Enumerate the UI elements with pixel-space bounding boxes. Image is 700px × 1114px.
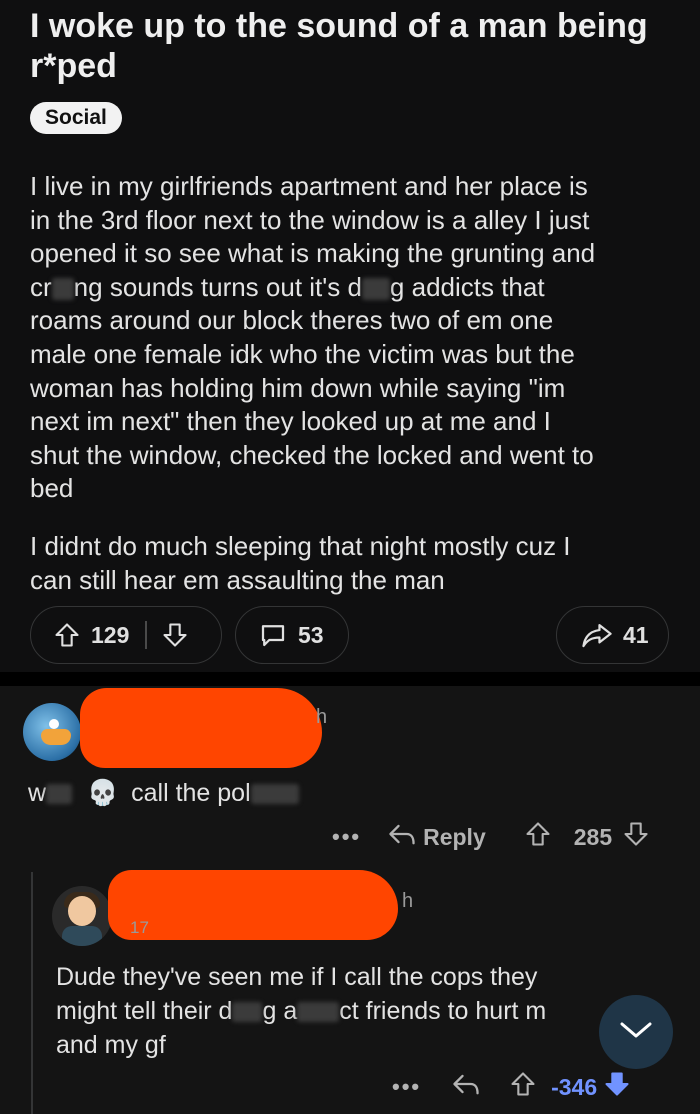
comment-text: w: [28, 779, 47, 807]
vote-bar: 129: [30, 606, 222, 664]
avatar-shirt: [62, 926, 102, 946]
body-line: next im next" then they looked up at me …: [30, 406, 551, 437]
username-redaction: [80, 688, 322, 768]
censor-blur: [250, 784, 299, 805]
skull-emoji: 💀: [87, 779, 119, 807]
comments-button[interactable]: 53: [235, 606, 349, 664]
comment-text: call the pol: [131, 779, 251, 807]
body-line: shut the window, checked the locked and …: [30, 439, 594, 470]
post-flair[interactable]: Social: [30, 102, 122, 134]
body-line: roams around our block theres two of em …: [30, 305, 554, 336]
body-line: in the 3rd floor next to the window is a…: [30, 204, 590, 235]
reply-icon: [387, 821, 417, 853]
comment-score: 285: [573, 823, 613, 850]
body-line: can still hear em assaulting the man: [30, 564, 445, 595]
avatar-beak: [41, 729, 71, 745]
share-count: 41: [623, 621, 649, 648]
post-card: I woke up to the sound of a man being r*…: [0, 0, 700, 672]
body-line: ng sounds turns out it's d: [73, 271, 362, 302]
body-line: cr: [30, 271, 52, 302]
more-icon[interactable]: •••: [392, 1074, 421, 1100]
thread-line[interactable]: [31, 872, 33, 1114]
body-line: g addicts that: [389, 271, 545, 302]
avatar-eye: [49, 719, 59, 729]
post-body: I live in my girlfriends apartment and h…: [30, 170, 680, 621]
username-redaction: [108, 870, 398, 940]
comment-timestamp: h: [316, 706, 328, 728]
post-title: I woke up to the sound of a man being r*…: [30, 7, 648, 85]
comments-section: h w 💀 call the pol ••• Reply 285 h 17 Du…: [0, 686, 700, 1114]
comment-text: might tell their d: [56, 997, 233, 1025]
avatar[interactable]: [23, 703, 81, 761]
more-icon[interactable]: •••: [332, 824, 361, 850]
censor-blur: [51, 277, 74, 300]
comment-count: 53: [298, 621, 324, 648]
avatar[interactable]: [52, 886, 112, 946]
section-divider: [0, 672, 700, 686]
share-icon: [581, 620, 613, 650]
upvote-count: 129: [91, 621, 130, 648]
downvote-icon[interactable]: [161, 621, 189, 649]
downvote-icon-active[interactable]: [603, 1070, 631, 1104]
upvote-icon[interactable]: [509, 1070, 537, 1104]
comment-actions: ••• -346: [392, 1070, 631, 1104]
upvote-icon[interactable]: [524, 820, 552, 854]
chevron-down-icon: [618, 1019, 654, 1046]
reply-label: Reply: [423, 823, 486, 850]
vote-separator: [145, 621, 147, 649]
comment-timestamp: h: [402, 890, 414, 912]
comment-meta: 17: [130, 918, 149, 937]
body-line: opened it so see what is making the grun…: [30, 238, 596, 269]
comment-body: Dude they've seen me if I call the cops …: [56, 960, 656, 1062]
body-line: woman has holding him down while saying …: [30, 372, 566, 403]
comment-text: g a: [262, 997, 298, 1025]
censor-blur: [232, 1002, 263, 1023]
comment-score: -346: [551, 1073, 598, 1100]
comment-text: and my gf: [56, 1031, 166, 1059]
post-paragraph-2: I didnt do much sleeping that night most…: [30, 530, 680, 597]
downvote-icon[interactable]: [622, 820, 650, 854]
reply-icon[interactable]: [451, 1071, 481, 1103]
comment-text: Dude they've seen me if I call the cops …: [56, 963, 538, 991]
scroll-next-button[interactable]: [599, 995, 673, 1069]
body-line: I didnt do much sleeping that night most…: [30, 530, 571, 561]
comment-actions: ••• Reply 285: [332, 820, 650, 854]
comment-text: ct friends to hurt m: [339, 997, 547, 1025]
comment-body: w 💀 call the pol: [28, 776, 648, 810]
avatar-head: [68, 896, 96, 926]
censor-blur: [297, 1002, 340, 1023]
censor-blur: [361, 277, 390, 300]
reply-button[interactable]: Reply: [387, 821, 486, 853]
comment-icon: [258, 620, 288, 650]
censor-blur: [46, 784, 73, 805]
upvote-icon[interactable]: [53, 621, 81, 649]
share-button[interactable]: 41: [556, 606, 669, 664]
post-paragraph-1: I live in my girlfriends apartment and h…: [30, 170, 680, 506]
body-line: I live in my girlfriends apartment and h…: [30, 171, 588, 201]
body-line: bed: [30, 473, 74, 504]
body-line: male one female idk who the victim was b…: [30, 338, 575, 369]
